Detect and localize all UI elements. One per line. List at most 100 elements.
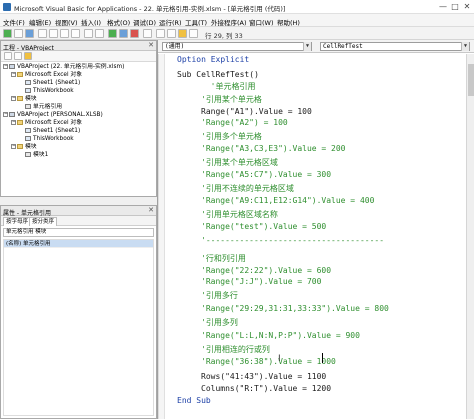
object-browser-icon[interactable] bbox=[178, 29, 187, 38]
tree-node-label: Sheet1 (Sheet1) bbox=[33, 80, 81, 86]
code-line[interactable]: 'Range("A5:C7").Value = 300 bbox=[201, 169, 331, 180]
menu-window[interactable]: 窗口(W) bbox=[249, 17, 274, 27]
tree-node[interactable]: − Microsoft Excel 对象 bbox=[11, 72, 82, 79]
paste-icon[interactable] bbox=[60, 29, 69, 38]
code-line[interactable]: 'Range("A2") = 100 bbox=[201, 117, 288, 128]
tree-node[interactable]: − Microsoft Excel 对象 bbox=[11, 120, 82, 127]
vertical-scrollbar[interactable] bbox=[466, 54, 474, 419]
code-line[interactable]: Range("A1").Value = 100 bbox=[201, 106, 312, 117]
code-line[interactable]: '引用多行 bbox=[201, 290, 238, 301]
run-icon[interactable] bbox=[108, 29, 117, 38]
find-icon[interactable] bbox=[71, 29, 80, 38]
tree-node-label: VBAProject (PERSONAL.XLSB) bbox=[17, 112, 103, 118]
code-line[interactable]: End Sub bbox=[177, 395, 211, 406]
collapse-icon[interactable]: − bbox=[3, 112, 8, 117]
view-object-icon[interactable] bbox=[14, 52, 22, 60]
reset-icon[interactable] bbox=[130, 29, 139, 38]
properties-window-icon[interactable] bbox=[167, 29, 176, 38]
tree-node-label: VBAProject (22. 单元格引用-实例.xlsm) bbox=[17, 64, 125, 70]
tree-node[interactable]: 单元格引用 bbox=[25, 104, 62, 111]
procedure-combo[interactable]: CellRefTest ▼ bbox=[320, 42, 470, 51]
sheet-icon bbox=[25, 128, 31, 133]
properties-panel: 属性 - 单元格引用 ✕ 按字母序 按分类序 单元格引用 模块 (名称) 单元格… bbox=[0, 205, 157, 419]
design-mode-icon[interactable] bbox=[143, 29, 152, 38]
toolbox-icon[interactable] bbox=[189, 29, 198, 38]
redo-icon[interactable] bbox=[95, 29, 104, 38]
save-icon[interactable] bbox=[25, 29, 34, 38]
excel-view-icon[interactable] bbox=[3, 29, 12, 38]
collapse-icon[interactable]: − bbox=[11, 144, 16, 149]
code-line[interactable]: '引用不连续的单元格区域 bbox=[201, 183, 294, 194]
menu-view[interactable]: 视图(V) bbox=[55, 17, 78, 27]
code-line[interactable]: 'Range("36:38").Value = 1000 bbox=[201, 356, 336, 367]
menu-tools[interactable]: 工具(T) bbox=[185, 17, 207, 27]
ibeam-cursor-icon: I bbox=[278, 354, 281, 364]
menu-addins[interactable]: 外接程序(A) bbox=[211, 17, 247, 27]
code-line[interactable]: '引用多个单元格 bbox=[201, 131, 262, 142]
maximize-button[interactable]: □ bbox=[450, 2, 460, 12]
code-line[interactable]: '引用某个单元格 bbox=[201, 94, 262, 105]
code-line[interactable]: Option Explicit bbox=[177, 54, 249, 65]
menu-debug[interactable]: 调试(D) bbox=[133, 17, 156, 27]
code-editor[interactable]: Option Explicit Sub CellRefTest() '单元格引用 '… bbox=[158, 54, 466, 419]
code-line[interactable]: 'Range("test").Value = 500 bbox=[201, 221, 326, 232]
code-line[interactable]: '单元格引用 bbox=[201, 81, 256, 92]
code-margin[interactable] bbox=[159, 54, 165, 419]
collapse-icon[interactable]: − bbox=[11, 72, 16, 77]
close-icon[interactable]: ✕ bbox=[148, 206, 154, 214]
tree-node[interactable]: − VBAProject (22. 单元格引用-实例.xlsm) bbox=[3, 64, 124, 71]
code-line[interactable]: 'Range("L:L,N:N,P:P").Value = 900 bbox=[201, 330, 360, 341]
tree-node[interactable]: ThisWorkbook bbox=[25, 88, 74, 95]
menu-format[interactable]: 格式(O) bbox=[107, 17, 130, 27]
code-line[interactable]: 'Range("29:29,31:31,33:33").Value = 800 bbox=[201, 303, 389, 314]
tree-node[interactable]: − VBAProject (PERSONAL.XLSB) bbox=[3, 112, 103, 119]
tree-node[interactable]: − 模块 bbox=[11, 96, 37, 103]
folder-icon bbox=[17, 120, 23, 125]
tab-categorized[interactable]: 按分类序 bbox=[29, 217, 58, 226]
scrollbar-thumb[interactable] bbox=[468, 64, 474, 96]
property-row[interactable]: (名称) 单元格引用 bbox=[4, 240, 153, 248]
tab-alphabetic[interactable]: 按字母序 bbox=[3, 217, 32, 226]
menu-run[interactable]: 运行(R) bbox=[159, 17, 182, 27]
code-line[interactable]: '引用多列 bbox=[201, 317, 238, 328]
view-code-icon[interactable] bbox=[4, 52, 12, 60]
object-select[interactable]: 单元格引用 模块 bbox=[3, 228, 154, 237]
code-line[interactable]: Rows("41:43").Value = 1100 bbox=[201, 371, 326, 382]
code-line[interactable]: '引用单元格区域名称 bbox=[201, 209, 278, 220]
code-line[interactable]: 'Range("J:J").Value = 700 bbox=[201, 276, 321, 287]
break-icon[interactable] bbox=[119, 29, 128, 38]
project-explorer-icon[interactable] bbox=[156, 29, 165, 38]
collapse-icon[interactable]: − bbox=[11, 120, 16, 125]
collapse-icon[interactable]: − bbox=[3, 64, 8, 69]
minimize-button[interactable]: — bbox=[438, 2, 448, 12]
menu-insert[interactable]: 插入(I) bbox=[81, 17, 101, 27]
object-combo[interactable]: (通用) ▼ bbox=[162, 42, 312, 51]
menu-file[interactable]: 文件(F) bbox=[3, 17, 25, 27]
close-button[interactable]: ✕ bbox=[462, 2, 472, 12]
menu-edit[interactable]: 编辑(E) bbox=[29, 17, 51, 27]
chevron-down-icon[interactable]: ▼ bbox=[303, 42, 311, 51]
code-line[interactable]: Columns("R:T").Value = 1200 bbox=[201, 383, 331, 394]
tree-node[interactable]: Sheet1 (Sheet1) bbox=[25, 128, 80, 135]
cut-icon[interactable] bbox=[38, 29, 47, 38]
code-line[interactable]: '引用相连的行或列 bbox=[201, 344, 270, 355]
code-line[interactable]: 'Range("22:22").Value = 600 bbox=[201, 265, 331, 276]
code-line[interactable]: Sub CellRefTest() bbox=[177, 69, 259, 80]
close-icon[interactable]: ✕ bbox=[148, 41, 154, 49]
code-line[interactable]: '------------------------------------- bbox=[201, 235, 384, 246]
code-line[interactable]: '引用某个单元格区域 bbox=[201, 157, 278, 168]
code-line[interactable]: '行和列引用 bbox=[201, 253, 246, 264]
insert-module-icon[interactable] bbox=[14, 29, 23, 38]
collapse-icon[interactable]: − bbox=[11, 96, 16, 101]
undo-icon[interactable] bbox=[84, 29, 93, 38]
chevron-down-icon[interactable]: ▼ bbox=[461, 42, 469, 51]
tree-node[interactable]: − 模块 bbox=[11, 144, 37, 151]
copy-icon[interactable] bbox=[49, 29, 58, 38]
tree-node[interactable]: 模块1 bbox=[25, 152, 48, 159]
code-line[interactable]: 'Range("A9:C11,E12:G14").Value = 400 bbox=[201, 195, 374, 206]
tree-node[interactable]: Sheet1 (Sheet1) bbox=[25, 80, 80, 87]
code-line[interactable]: 'Range("A3,C3,E3").Value = 200 bbox=[201, 143, 346, 154]
tree-node[interactable]: ThisWorkbook bbox=[25, 136, 74, 143]
menu-help[interactable]: 帮助(H) bbox=[277, 17, 300, 27]
toggle-folders-icon[interactable] bbox=[24, 52, 32, 60]
